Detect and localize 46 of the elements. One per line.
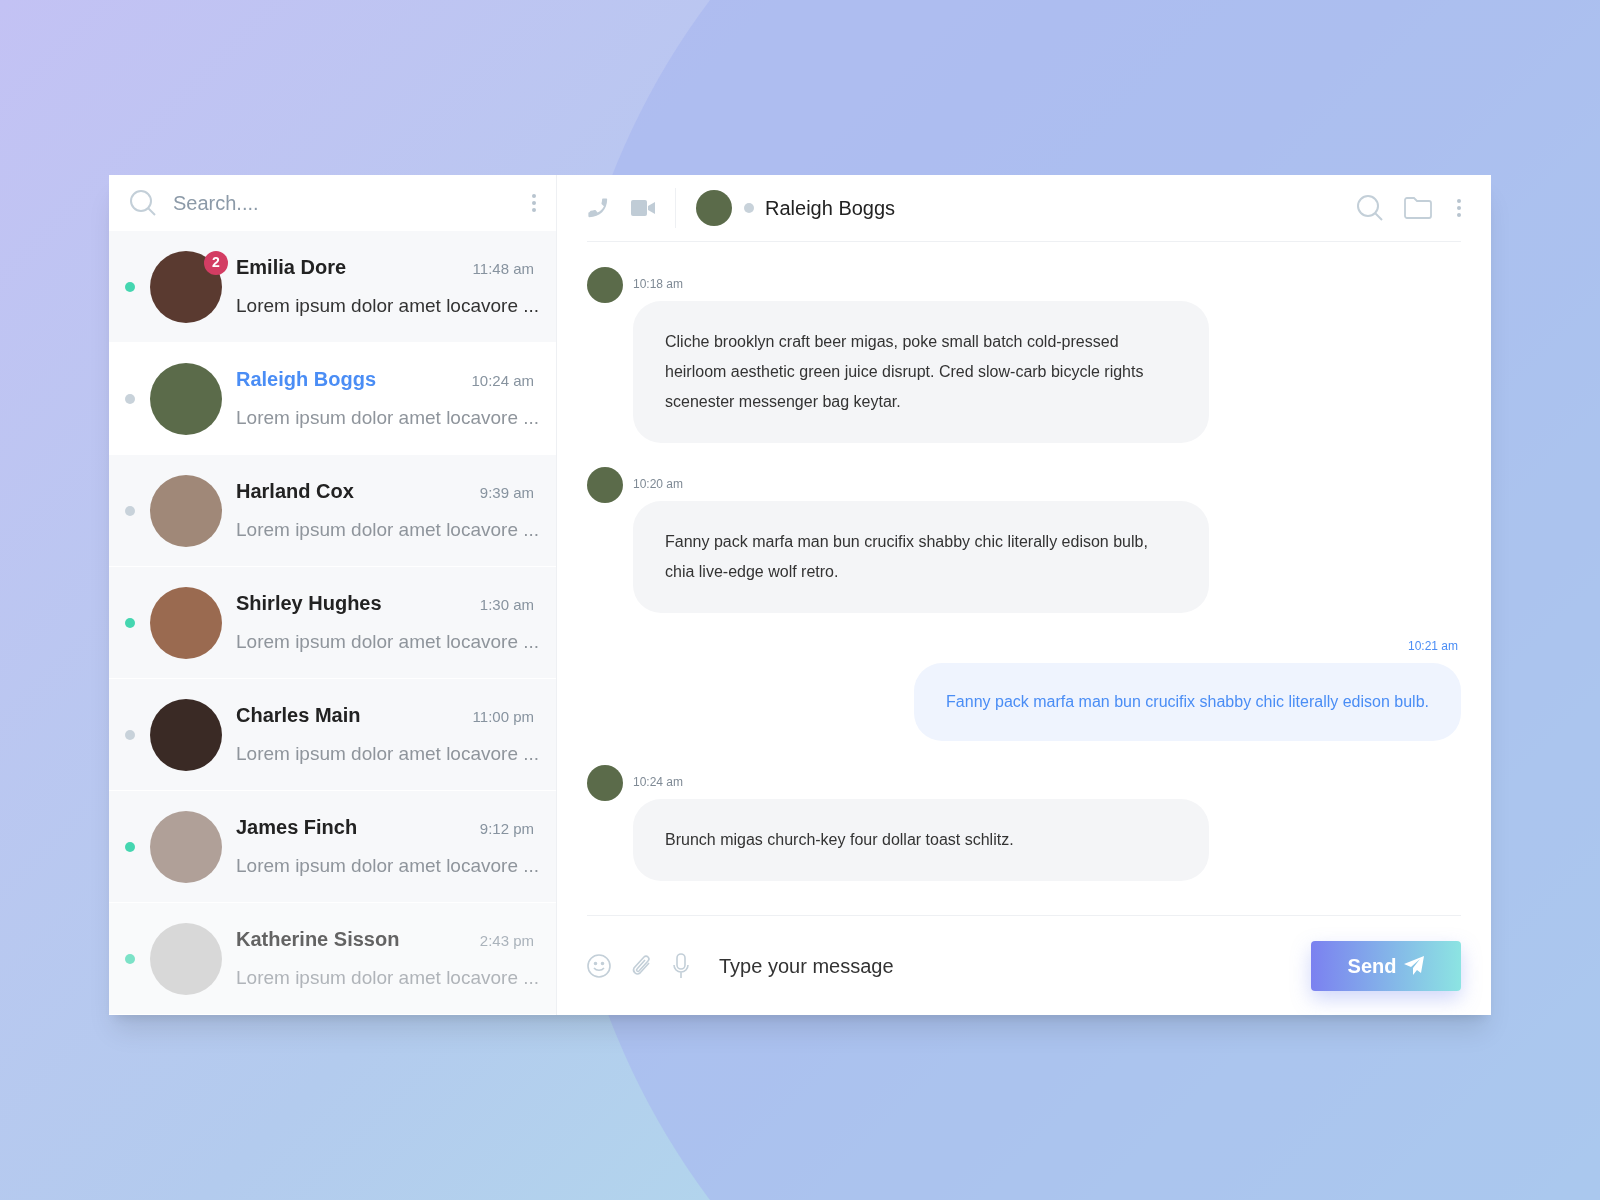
contact-name: Charles Main xyxy=(236,703,361,729)
avatar xyxy=(587,765,623,801)
message-time: 11:48 am xyxy=(472,259,534,280)
contact-name: Harland Cox xyxy=(236,479,354,505)
folder-icon[interactable] xyxy=(1404,197,1432,219)
search-icon[interactable] xyxy=(1356,194,1384,222)
contact-name: Raleigh Boggs xyxy=(765,196,896,221)
contact-row[interactable]: Harland Cox 9:39 am Lorem ipsum dolor amet locavore ... xyxy=(109,455,556,567)
contact-name: Shirley Hughes xyxy=(236,591,382,617)
message-bubble: Brunch migas church-key four dollar toast schlitz. xyxy=(633,799,1209,881)
microphone-icon[interactable] xyxy=(673,952,689,979)
paper-plane-icon xyxy=(1404,955,1425,976)
contact-name: Katherine Sisson xyxy=(236,927,400,953)
contact-row[interactable]: Shirley Hughes 1:30 am Lorem ipsum dolor amet locavore ... xyxy=(109,567,556,679)
avatar xyxy=(587,467,623,503)
search-icon xyxy=(129,189,157,217)
unread-count: 2 xyxy=(204,250,228,275)
more-icon[interactable] xyxy=(1457,199,1461,217)
video-camera-icon[interactable] xyxy=(631,199,655,217)
contact-row[interactable]: Charles Main 11:00 pm Lorem ipsum dolor amet locavore ... xyxy=(109,679,556,791)
phone-icon[interactable] xyxy=(587,197,609,219)
contact-row[interactable]: James Finch 9:12 pm Lorem ipsum dolor amet locavore ... xyxy=(109,791,556,903)
message-time: 10:18 am xyxy=(633,276,685,293)
more-icon[interactable] xyxy=(532,194,536,212)
message-time: 11:00 pm xyxy=(472,707,534,728)
message-time: 10:21 am xyxy=(1407,638,1458,655)
search-field[interactable]: Search.... xyxy=(173,188,516,218)
message-time: 1:30 am xyxy=(479,595,534,616)
avatar xyxy=(696,190,732,226)
contact-row[interactable]: 2 Emilia Dore 11:48 am Lorem ipsum dolor amet locavore ... xyxy=(109,231,556,343)
message-time: 10:24 am xyxy=(471,371,534,392)
message-time: 2:43 pm xyxy=(479,931,534,952)
message-field[interactable]: Type your message xyxy=(719,950,1311,981)
contact-name: James Finch xyxy=(236,815,358,841)
message-time: 10:24 am xyxy=(633,774,685,791)
message-time: 10:20 am xyxy=(633,476,685,493)
contact-name: Emilia Dore xyxy=(236,255,347,281)
contact-name: Raleigh Boggs xyxy=(236,367,376,393)
smiley-icon[interactable] xyxy=(587,953,611,978)
contact-row[interactable]: Katherine Sisson 2:43 pm Lorem ipsum dolor amet locavore ... xyxy=(109,903,556,1015)
message-bubble: Fanny pack marfa man bun crucifix shabby chic literally edison bulb, chia live-edge wolf retro. xyxy=(633,501,1209,613)
message-bubble: Fanny pack marfa man bun crucifix shabby chic literally edison bulb. xyxy=(914,663,1461,741)
message-time: 9:12 pm xyxy=(479,819,534,840)
message-time: 9:39 am xyxy=(479,483,534,504)
message-bubble: Cliche brooklyn craft beer migas, poke small batch cold-pressed heirloom aesthetic green juice disrupt. Cred slow-carb bicycle rights scenester messenger bag keytar. xyxy=(633,301,1209,443)
avatar xyxy=(587,267,623,303)
